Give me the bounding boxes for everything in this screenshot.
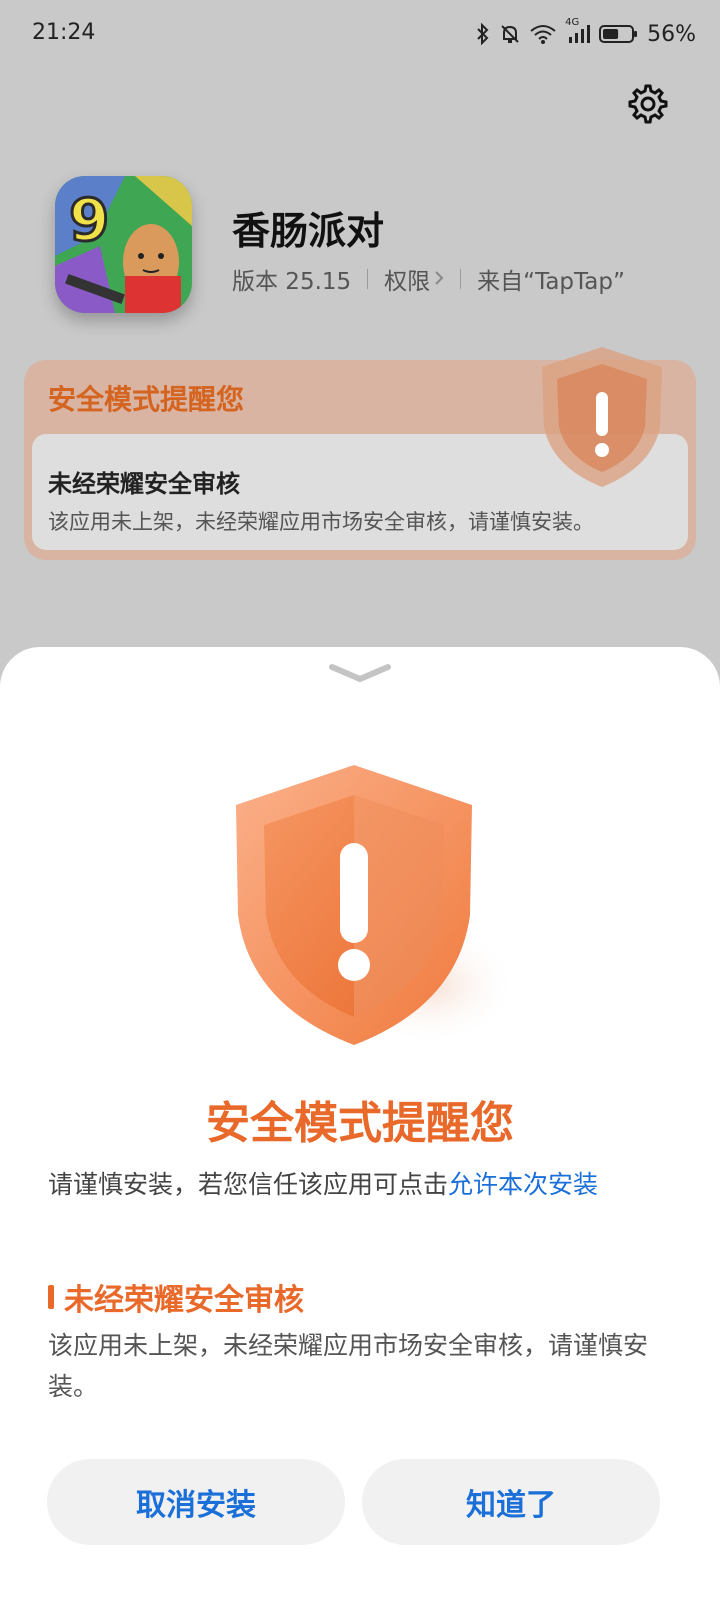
got-it-button[interactable]: 知道了	[362, 1459, 660, 1545]
gear-icon	[628, 84, 668, 128]
status-bar: 21:24 4G 56%	[0, 0, 720, 70]
warning-heading: 未经荣耀安全审核	[48, 1275, 304, 1319]
chevron-down-icon[interactable]	[328, 661, 392, 689]
card-text: 该应用未上架，未经荣耀应用市场安全审核，请谨慎安装。	[48, 510, 594, 534]
shield-warning-icon	[218, 765, 518, 1069]
bluetooth-icon	[475, 23, 491, 45]
status-icons: 4G 56%	[475, 17, 696, 50]
description-text: 请谨慎安装，若您信任该应用可点击	[48, 1170, 449, 1199]
settings-button[interactable]	[626, 84, 670, 128]
sheet-description: 请谨慎安装，若您信任该应用可点击允许本次安装	[48, 1165, 598, 1201]
permissions-link[interactable]: 权限	[384, 262, 444, 296]
app-version: 版本 25.15	[232, 269, 352, 295]
signal-icon: 4G	[565, 17, 591, 45]
cancel-install-button[interactable]: 取消安装	[47, 1459, 345, 1545]
app-meta: 版本 25.15 权限 来自“TapTap”	[232, 262, 625, 296]
sheet-title: 安全模式提醒您	[206, 1098, 514, 1149]
battery-icon	[599, 23, 639, 45]
app-name: 香肠派对	[232, 209, 385, 253]
app-icon-badge: 9	[69, 186, 109, 254]
network-type-label: 4G	[565, 17, 580, 28]
permissions-label: 权限	[384, 269, 431, 295]
chevron-right-icon	[434, 266, 444, 292]
card-title: 安全模式提醒您	[48, 383, 245, 416]
battery-percent: 56%	[647, 21, 696, 47]
warning-title: 未经荣耀安全审核	[64, 1283, 304, 1318]
app-icon: 9	[55, 176, 192, 313]
security-bottom-sheet: 安全模式提醒您 请谨慎安装，若您信任该应用可点击允许本次安装 未经荣耀安全审核 …	[0, 647, 720, 1600]
divider	[367, 269, 369, 289]
warning-accent-bar	[48, 1285, 54, 1309]
warning-text: 该应用未上架，未经荣耀应用市场安全审核，请谨慎安装。	[48, 1331, 649, 1401]
security-warning-card: 安全模式提醒您 未经荣耀安全审核 该应用未上架，未经荣耀应用市场安全审核，请谨慎…	[24, 347, 696, 560]
app-source: 来自“TapTap”	[477, 269, 625, 295]
divider	[460, 269, 462, 289]
status-time: 21:24	[32, 20, 96, 45]
allow-install-link[interactable]: 允许本次安装	[448, 1170, 598, 1199]
mute-icon	[499, 23, 521, 45]
card-subtitle: 未经荣耀安全审核	[48, 470, 240, 498]
shield-warning-icon	[532, 342, 672, 496]
wifi-icon	[529, 23, 557, 45]
